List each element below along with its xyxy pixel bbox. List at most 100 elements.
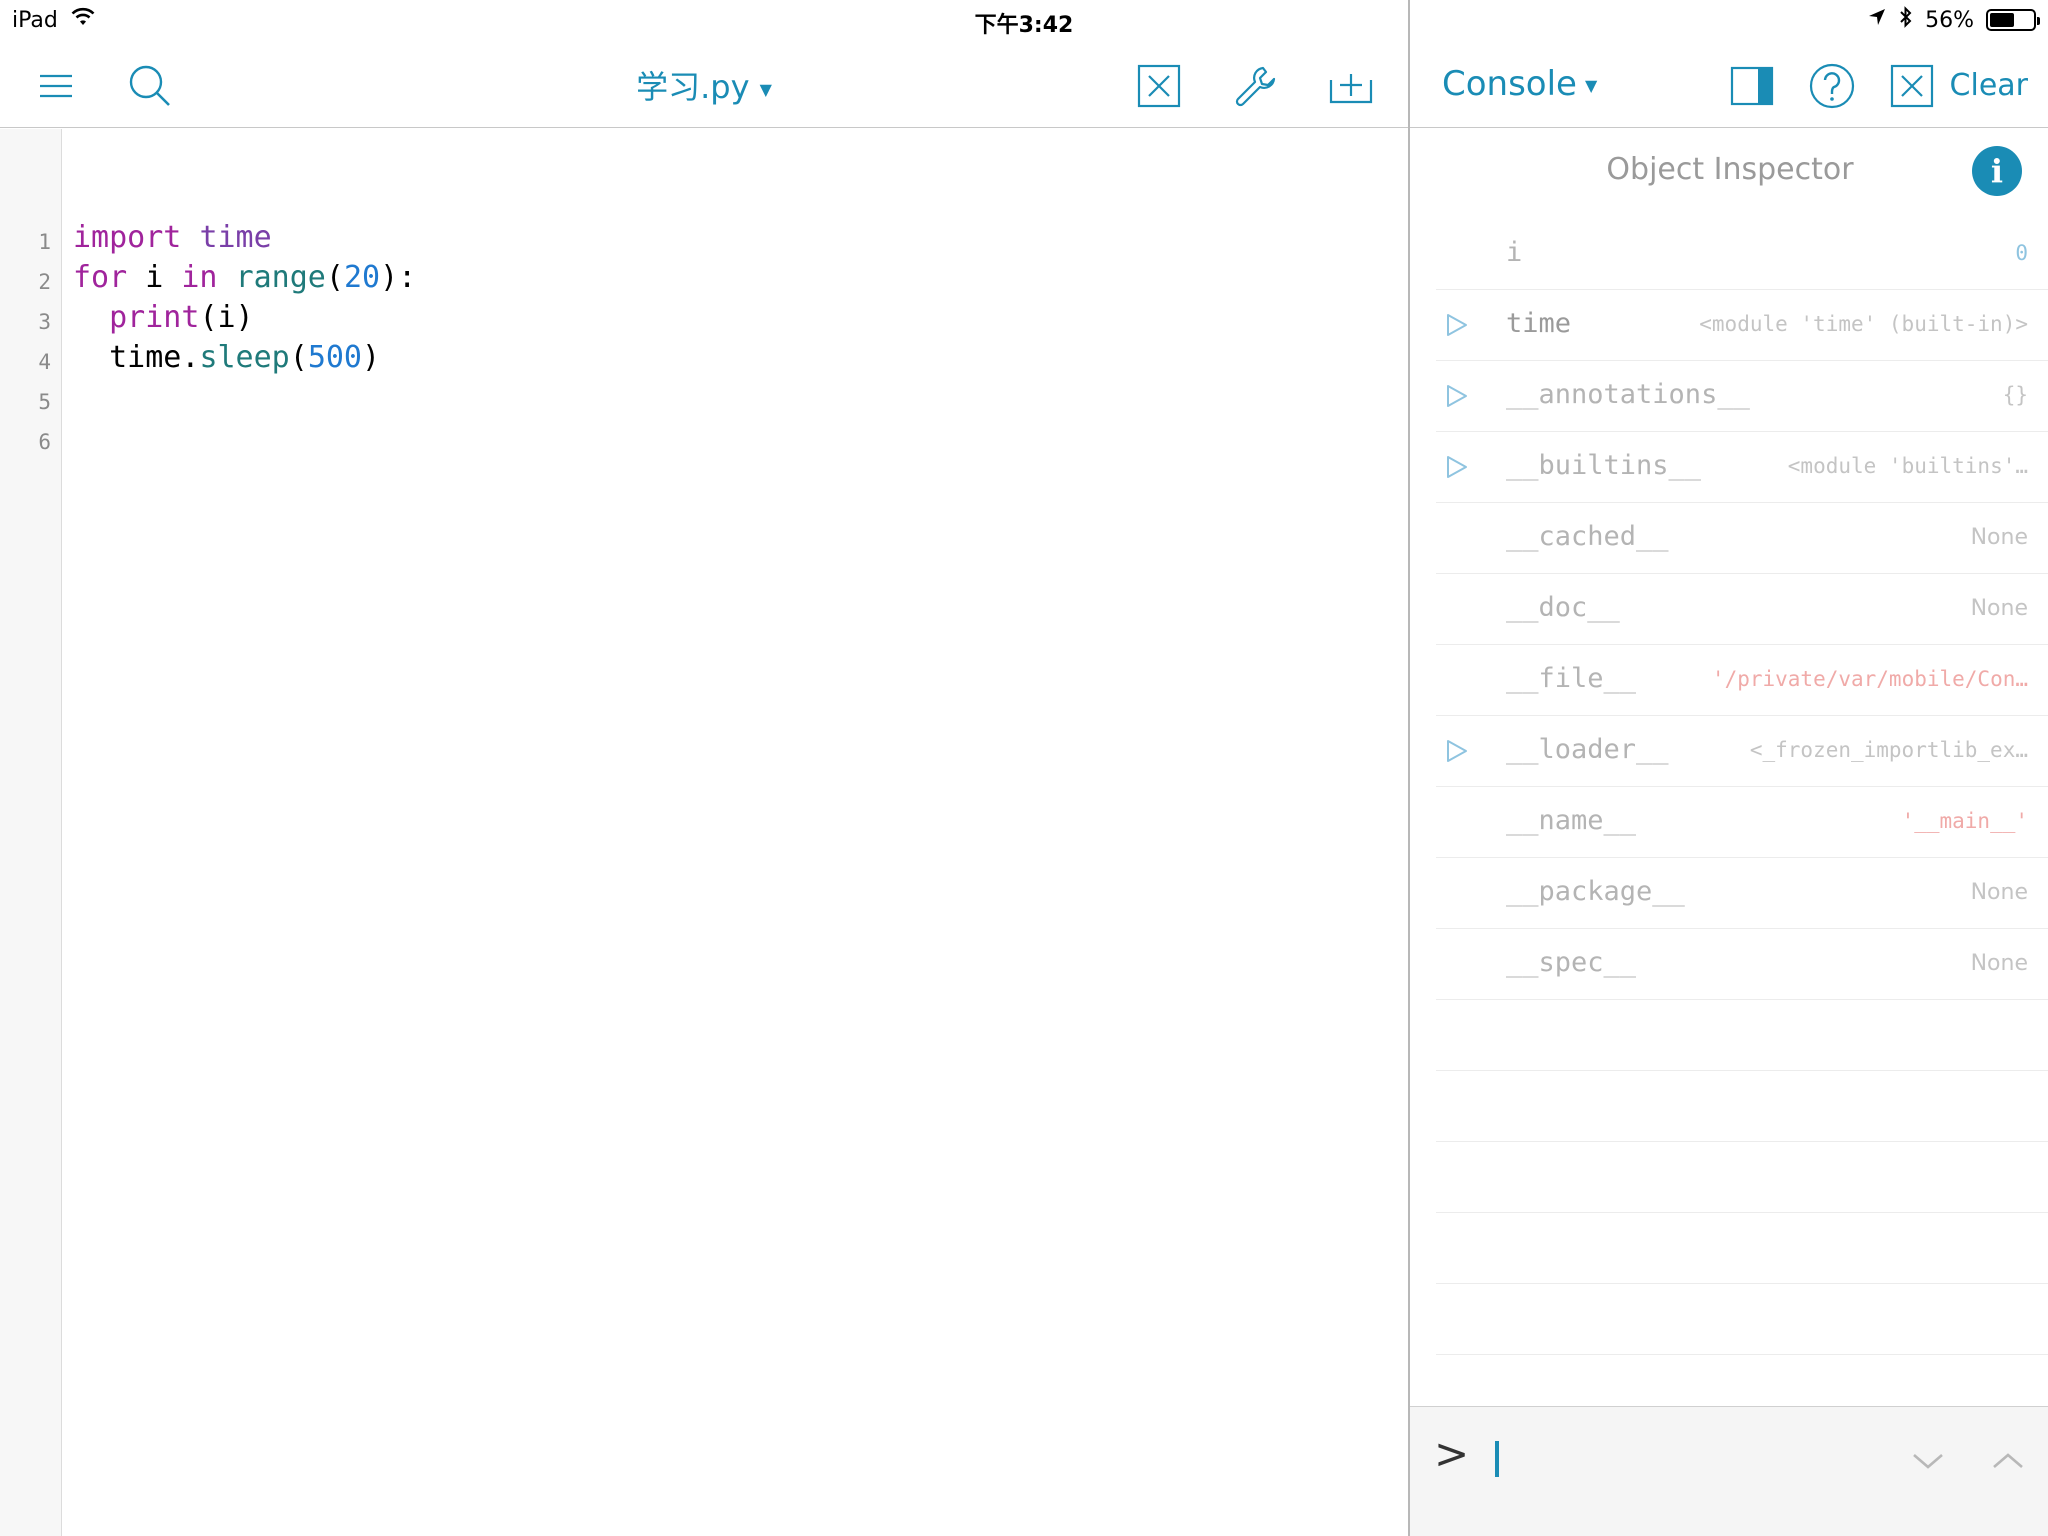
number-literal: 20: [343, 260, 381, 295]
line-number: 4: [38, 350, 51, 374]
variable-value: None: [1970, 880, 2028, 905]
file-title-dropdown[interactable]: 学习.py ▼: [0, 62, 1408, 108]
inspector-row[interactable]: __spec__ None: [1436, 929, 2048, 1000]
battery-percent: 56%: [1925, 7, 1974, 33]
variable-value: None: [1970, 596, 2028, 621]
history-up-icon[interactable]: [1990, 1443, 2026, 1479]
variable-value: <module 'time' (built-in)>: [1699, 312, 2028, 336]
history-down-icon[interactable]: [1910, 1443, 1946, 1479]
variable-value: {}: [2002, 383, 2028, 407]
line-number: 2: [38, 270, 51, 294]
close-file-icon[interactable]: [1135, 62, 1183, 110]
function-range: range: [235, 260, 326, 295]
clear-button[interactable]: Clear: [1950, 68, 2028, 103]
status-time: 下午3:42: [974, 13, 1074, 38]
inspector-row[interactable]: __cached__ None: [1436, 503, 2048, 574]
paren: (: [325, 260, 344, 295]
line-numbers: 1 2 3 4 5 6: [0, 222, 52, 462]
console-pane: Console ▼ Clear Object Inspector i i 0 t…: [1410, 40, 2048, 1536]
text-cursor: [1495, 1441, 1499, 1477]
file-title: 学习.py: [636, 68, 750, 106]
disclosure-triangle-icon[interactable]: [1444, 383, 1470, 409]
disclosure-triangle-icon[interactable]: [1444, 454, 1470, 480]
chevron-down-icon: ▼: [759, 79, 772, 99]
variable-name: time: [1506, 308, 1572, 339]
empty-row: [1436, 1284, 2048, 1355]
inspector-row[interactable]: __loader__ <_frozen_importlib_ex…: [1436, 716, 2048, 787]
object-ref: time.: [109, 340, 200, 375]
code-line-4: time.sleep(500): [73, 338, 416, 378]
variable-name: __spec__: [1506, 947, 1637, 978]
inspector-row[interactable]: __file__ '/private/var/mobile/Con…: [1436, 645, 2048, 716]
number-literal: 500: [307, 340, 362, 375]
bluetooth-icon: [1899, 6, 1913, 34]
variable-name: __name__: [1506, 805, 1637, 836]
inspector-row[interactable]: i 0: [1436, 219, 2048, 290]
code-editor[interactable]: import time for i in range(20): print(i)…: [73, 218, 416, 378]
line-number: 1: [38, 230, 51, 254]
chevron-down-icon: ▼: [1584, 76, 1598, 95]
console-title: Console: [1442, 64, 1577, 104]
object-inspector-list: i 0 time <module 'time' (built-in)> __an…: [1436, 219, 2048, 1355]
battery-icon: [1986, 9, 2040, 31]
console-prompt: >: [1434, 1429, 1470, 1478]
variable-value: '/private/var/mobile/Con…: [1711, 667, 2028, 691]
inspector-row[interactable]: __name__ '__main__': [1436, 787, 2048, 858]
variable-name: __builtins__: [1506, 450, 1702, 481]
variable-name: __file__: [1506, 663, 1637, 694]
paren: ): [362, 340, 381, 375]
call-args: (i): [199, 300, 254, 335]
paren-colon: ):: [380, 260, 417, 295]
console-dropdown[interactable]: Console ▼: [1442, 64, 1597, 104]
status-bar: iPad 下午3:42 56%: [0, 0, 2048, 40]
module-name: time: [199, 220, 272, 255]
line-number: 3: [38, 310, 51, 334]
empty-row: [1436, 1213, 2048, 1284]
new-file-icon[interactable]: [1327, 62, 1375, 110]
console-input-bar[interactable]: >: [1410, 1406, 2048, 1536]
variable-name: __package__: [1506, 876, 1685, 907]
code-line-2: for i in range(20):: [73, 258, 416, 298]
inspector-row[interactable]: time <module 'time' (built-in)>: [1436, 290, 2048, 361]
inspector-row[interactable]: __package__ None: [1436, 858, 2048, 929]
line-number: 6: [38, 430, 51, 454]
inspector-title: Object Inspector: [1606, 152, 1854, 187]
location-arrow-icon: [1867, 7, 1887, 33]
variable-value: 0: [2015, 241, 2028, 265]
keyword-in: in: [181, 260, 218, 295]
function-print: print: [109, 300, 200, 335]
inspector-row[interactable]: __annotations__ {}: [1436, 361, 2048, 432]
variable-value: None: [1970, 951, 2028, 976]
variable-value: <module 'builtins'…: [1787, 454, 2028, 478]
keyword-for: for: [73, 260, 128, 295]
close-console-icon[interactable]: [1888, 62, 1936, 110]
empty-row: [1436, 1142, 2048, 1213]
inspector-row[interactable]: __builtins__ <module 'builtins'…: [1436, 432, 2048, 503]
split-view-icon[interactable]: [1728, 62, 1776, 110]
variable-value: <_frozen_importlib_ex…: [1749, 738, 2028, 762]
function-sleep: sleep: [199, 340, 290, 375]
variable-value: None: [1970, 525, 2028, 550]
help-icon[interactable]: [1808, 62, 1856, 110]
line-number: 5: [38, 390, 51, 414]
wrench-icon[interactable]: [1231, 62, 1279, 110]
variable-name: __loader__: [1506, 734, 1669, 765]
editor-toolbar: 学习.py ▼: [0, 40, 1408, 128]
inspector-row[interactable]: __doc__ None: [1436, 574, 2048, 645]
battery-level-fill: [1990, 13, 2014, 27]
variable-name: i: [1506, 237, 1523, 268]
disclosure-triangle-icon[interactable]: [1444, 738, 1470, 764]
console-toolbar: Console ▼ Clear: [1410, 40, 2048, 128]
variable-name: __cached__: [1506, 521, 1669, 552]
loop-variable: i: [145, 260, 164, 295]
disclosure-triangle-icon[interactable]: [1444, 312, 1470, 338]
info-button[interactable]: i: [1972, 146, 2022, 196]
empty-row: [1436, 1071, 2048, 1142]
variable-value: '__main__': [1901, 809, 2028, 833]
